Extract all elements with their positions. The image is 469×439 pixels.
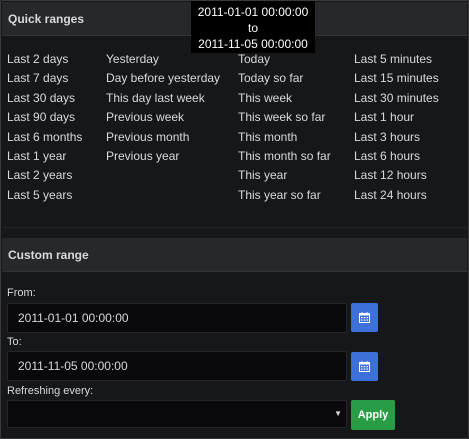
caret-down-icon: ▼ xyxy=(334,409,342,418)
quick-range-item[interactable]: Last 24 hours xyxy=(354,188,439,208)
from-label: From: xyxy=(7,287,36,299)
quick-range-item[interactable]: This week so far xyxy=(238,111,331,130)
time-range-tooltip: 2011-01-01 00:00:00 to 2011-11-05 00:00:… xyxy=(191,1,315,53)
quick-range-item[interactable]: This year so far xyxy=(238,188,331,208)
calendar-icon xyxy=(359,312,370,323)
tooltip-from: 2011-01-01 00:00:00 xyxy=(197,5,309,19)
quick-range-item[interactable]: This week xyxy=(238,91,331,111)
apply-button[interactable]: Apply xyxy=(351,400,395,430)
quick-range-item[interactable]: Last 90 days xyxy=(7,111,82,130)
quick-range-item[interactable]: Previous week xyxy=(106,111,220,130)
quick-range-item[interactable]: Last 6 hours xyxy=(354,149,439,169)
quick-range-item[interactable]: This year xyxy=(238,169,331,188)
quick-range-item[interactable]: Today xyxy=(238,52,331,72)
custom-range-header: Custom range xyxy=(2,238,467,272)
to-calendar-button[interactable] xyxy=(351,352,378,381)
refresh-label: Refreshing every: xyxy=(7,385,94,397)
quick-ranges-column-1: Last 2 days Last 7 days Last 30 days Last 9… xyxy=(7,52,82,208)
quick-range-item[interactable]: Day before yesterday xyxy=(106,72,220,91)
quick-range-item[interactable]: Today so far xyxy=(238,72,331,91)
quick-range-item[interactable]: Last 1 year xyxy=(7,149,82,169)
tooltip-to: to xyxy=(247,21,258,35)
to-input[interactable] xyxy=(7,351,347,381)
time-picker-panel: Quick ranges 2011-01-01 00:00:00 to 2011… xyxy=(0,0,469,439)
to-label: To: xyxy=(7,336,22,348)
quick-range-item[interactable]: Yesterday xyxy=(106,52,220,72)
quick-ranges-column-2: Yesterday Day before yesterday This day la… xyxy=(106,52,220,169)
quick-range-item[interactable]: Last 7 days xyxy=(7,72,82,91)
quick-ranges-column-4: Last 5 minutes Last 15 minutes Last 30 min… xyxy=(354,52,439,208)
quick-range-item[interactable]: Last 3 hours xyxy=(354,130,439,150)
from-calendar-button[interactable] xyxy=(351,303,378,332)
calendar-icon xyxy=(359,361,370,372)
quick-range-item[interactable]: This day last week xyxy=(106,91,220,111)
quick-range-item[interactable]: Last 30 days xyxy=(7,91,82,111)
quick-range-item[interactable]: Previous month xyxy=(106,130,220,150)
quick-range-item[interactable]: This month so far xyxy=(238,149,331,169)
quick-range-item[interactable]: Last 2 years xyxy=(7,169,82,188)
quick-range-item[interactable]: Last 5 minutes xyxy=(354,52,439,72)
quick-range-item[interactable]: Last 12 hours xyxy=(354,169,439,188)
quick-range-item[interactable]: This month xyxy=(238,130,331,150)
quick-ranges-column-3: Today Today so far This week This week so f… xyxy=(238,52,331,208)
quick-range-item[interactable]: Last 30 minutes xyxy=(354,91,439,111)
tooltip-until: 2011-11-05 00:00:00 xyxy=(198,37,308,51)
quick-range-item[interactable]: Last 6 months xyxy=(7,130,82,150)
quick-range-item[interactable]: Last 5 years xyxy=(7,188,82,208)
quick-range-item[interactable]: Last 2 days xyxy=(7,52,82,72)
refresh-interval-select[interactable]: ▼ xyxy=(7,400,347,428)
quick-range-item[interactable]: Previous year xyxy=(106,149,220,169)
quick-range-item[interactable]: Last 1 hour xyxy=(354,111,439,130)
from-input[interactable] xyxy=(7,303,347,333)
section-divider xyxy=(2,227,467,228)
quick-range-item[interactable]: Last 15 minutes xyxy=(354,72,439,91)
